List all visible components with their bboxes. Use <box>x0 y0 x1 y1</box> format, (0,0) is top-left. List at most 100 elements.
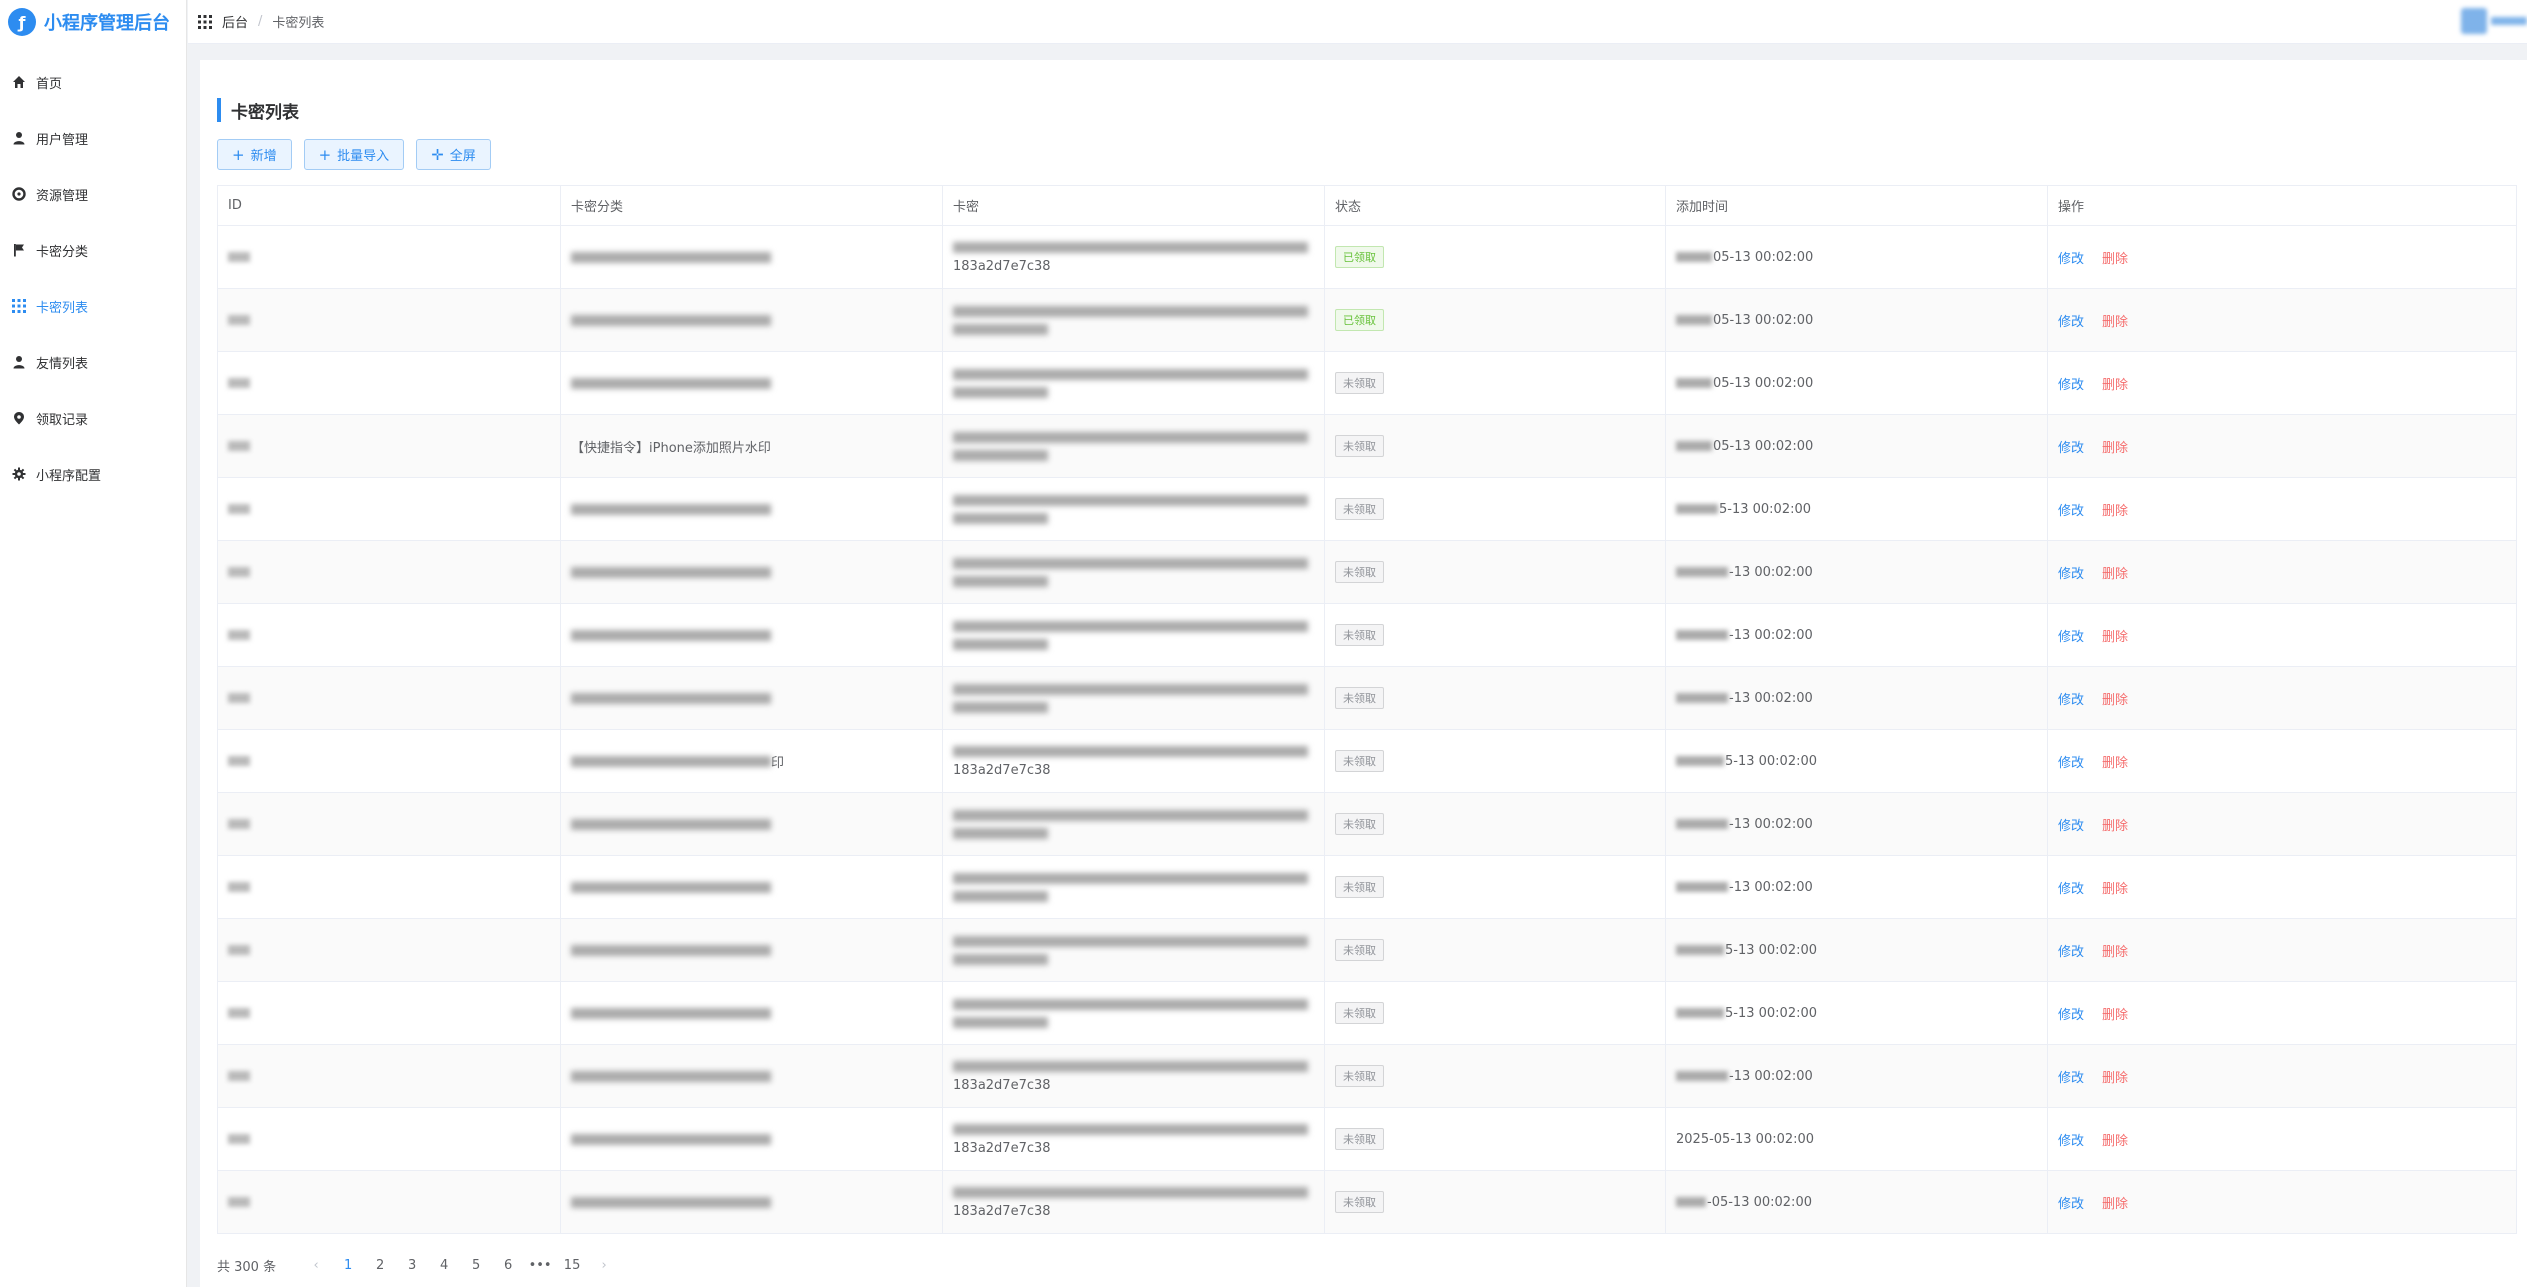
app-logo[interactable]: ƒ 小程序管理后台 <box>0 0 186 44</box>
sidebar-item-4[interactable]: 卡密列表 <box>0 278 186 334</box>
page-number[interactable]: 4 <box>428 1258 460 1273</box>
cell-time: 05-13 00:02:00 <box>1666 352 2048 414</box>
status-badge: 已领取 <box>1335 246 1384 268</box>
table-row: 未领取 -13 00:02:00 修改 删除 <box>218 541 2516 604</box>
cell-category <box>561 856 943 918</box>
redacted-card-tail <box>953 1016 1048 1028</box>
cell-actions: 修改 删除 <box>2048 541 2518 603</box>
page-number[interactable]: ••• <box>524 1258 556 1273</box>
sidebar-item-0[interactable]: 首页 <box>0 54 186 110</box>
user-avatar[interactable] <box>2461 8 2527 34</box>
delete-link[interactable]: 删除 <box>2102 752 2128 771</box>
edit-link[interactable]: 修改 <box>2058 1193 2084 1212</box>
edit-link[interactable]: 修改 <box>2058 815 2084 834</box>
page-number[interactable]: 2 <box>364 1258 396 1273</box>
cell-id <box>218 793 561 855</box>
cell-id <box>218 856 561 918</box>
delete-link[interactable]: 删除 <box>2102 500 2128 519</box>
edit-link[interactable]: 修改 <box>2058 752 2084 771</box>
page-number[interactable]: 15 <box>556 1258 588 1273</box>
sidebar-item-7[interactable]: 小程序配置 <box>0 446 186 502</box>
edit-link[interactable]: 修改 <box>2058 878 2084 897</box>
delete-link[interactable]: 删除 <box>2102 311 2128 330</box>
redacted-card <box>953 241 1308 253</box>
delete-link[interactable]: 删除 <box>2102 941 2128 960</box>
card-code: 183a2d7e7c38 <box>953 762 1051 778</box>
delete-link[interactable]: 删除 <box>2102 1004 2128 1023</box>
cell-card <box>943 856 1325 918</box>
cell-status: 未领取 <box>1325 478 1666 540</box>
delete-link[interactable]: 删除 <box>2102 437 2128 456</box>
edit-link[interactable]: 修改 <box>2058 311 2084 330</box>
delete-link[interactable]: 删除 <box>2102 1067 2128 1086</box>
cell-category: 【快捷指令】iPhone添加照片水印 <box>561 415 943 477</box>
cell-actions: 修改 删除 <box>2048 793 2518 855</box>
main-content: 卡密列表 + 新增 + 批量导入 ✛ 全屏 ID 卡密分类 卡密 状态 添加时间 操作 183a… <box>200 60 2527 1287</box>
delete-link[interactable]: 删除 <box>2102 878 2128 897</box>
delete-link[interactable]: 删除 <box>2102 626 2128 645</box>
cell-actions: 修改 删除 <box>2048 919 2518 981</box>
delete-link[interactable]: 删除 <box>2102 1193 2128 1212</box>
delete-link[interactable]: 删除 <box>2102 563 2128 582</box>
redacted-card <box>953 872 1308 884</box>
edit-link[interactable]: 修改 <box>2058 941 2084 960</box>
page-number[interactable]: 6 <box>492 1258 524 1273</box>
redacted-time <box>1676 252 1712 262</box>
cell-time: 05-13 00:02:00 <box>1666 226 2048 288</box>
redacted-card-tail <box>953 827 1048 839</box>
redacted-time <box>1676 756 1724 766</box>
status-badge: 未领取 <box>1335 813 1384 835</box>
status-badge: 未领取 <box>1335 1191 1384 1213</box>
edit-link[interactable]: 修改 <box>2058 1004 2084 1023</box>
redacted-card <box>953 557 1308 569</box>
delete-link[interactable]: 删除 <box>2102 815 2128 834</box>
edit-link[interactable]: 修改 <box>2058 563 2084 582</box>
cell-time: 5-13 00:02:00 <box>1666 478 2048 540</box>
cell-actions: 修改 删除 <box>2048 856 2518 918</box>
cell-time: 5-13 00:02:00 <box>1666 919 2048 981</box>
cell-card <box>943 982 1325 1044</box>
page-number[interactable]: 5 <box>460 1258 492 1273</box>
page-number[interactable]: 1 <box>332 1258 364 1273</box>
sidebar-item-6[interactable]: 领取记录 <box>0 390 186 446</box>
cell-actions: 修改 删除 <box>2048 1108 2518 1170</box>
page-number[interactable]: 3 <box>396 1258 428 1273</box>
delete-link[interactable]: 删除 <box>2102 248 2128 267</box>
time-text: 05-13 00:02:00 <box>1713 438 1814 454</box>
prev-page-button[interactable]: ‹ <box>300 1258 332 1273</box>
edit-link[interactable]: 修改 <box>2058 248 2084 267</box>
sidebar-item-3[interactable]: 卡密分类 <box>0 222 186 278</box>
redacted-category <box>571 503 771 515</box>
delete-link[interactable]: 删除 <box>2102 1130 2128 1149</box>
table-row: 未领取 -13 00:02:00 修改 删除 <box>218 793 2516 856</box>
redacted-card <box>953 998 1308 1010</box>
cell-category <box>561 1108 943 1170</box>
delete-link[interactable]: 删除 <box>2102 374 2128 393</box>
redacted-card <box>953 1186 1308 1198</box>
sidebar-item-5[interactable]: 友情列表 <box>0 334 186 390</box>
edit-link[interactable]: 修改 <box>2058 374 2084 393</box>
edit-link[interactable]: 修改 <box>2058 500 2084 519</box>
breadcrumb-home[interactable]: 后台 <box>222 12 248 31</box>
edit-link[interactable]: 修改 <box>2058 437 2084 456</box>
cell-actions: 修改 删除 <box>2048 982 2518 1044</box>
edit-link[interactable]: 修改 <box>2058 689 2084 708</box>
time-text: 5-13 00:02:00 <box>1725 1005 1818 1021</box>
fullscreen-button[interactable]: ✛ 全屏 <box>416 139 491 170</box>
next-page-button[interactable]: › <box>588 1258 620 1273</box>
pin-icon <box>12 411 26 425</box>
sidebar-item-2[interactable]: 资源管理 <box>0 166 186 222</box>
time-text: -13 00:02:00 <box>1729 879 1813 895</box>
redacted-card <box>953 809 1308 821</box>
edit-link[interactable]: 修改 <box>2058 1130 2084 1149</box>
add-button[interactable]: + 新增 <box>217 139 292 170</box>
cell-category <box>561 982 943 1044</box>
delete-link[interactable]: 删除 <box>2102 689 2128 708</box>
cell-card <box>943 289 1325 351</box>
resource-icon <box>12 187 26 201</box>
edit-link[interactable]: 修改 <box>2058 1067 2084 1086</box>
sidebar-item-1[interactable]: 用户管理 <box>0 110 186 166</box>
cell-category <box>561 793 943 855</box>
batch-import-button[interactable]: + 批量导入 <box>303 139 405 170</box>
edit-link[interactable]: 修改 <box>2058 626 2084 645</box>
